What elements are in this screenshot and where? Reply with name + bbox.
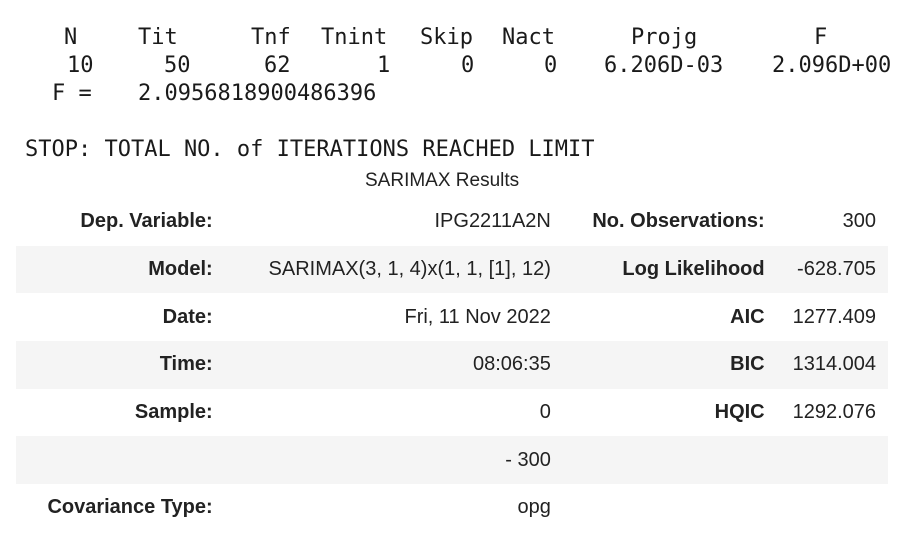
row-label: AIC [730, 305, 765, 328]
value-f: 2.096D+00 [772, 53, 892, 78]
results-caption: SARIMAX Results [365, 170, 520, 191]
value-tnint: 1 [377, 53, 391, 78]
sarimax-results-table: Dep. Variable: IPG2211A2N No. Observatio… [16, 198, 888, 532]
table-row: - 300 [16, 436, 888, 485]
row-value: 0 [539, 401, 551, 424]
row-value: opg [517, 496, 551, 519]
value-n: 10 [67, 53, 94, 78]
row-label: Date: [162, 305, 213, 328]
row-label: Sample: [134, 401, 213, 424]
value-projg: 6.206D-03 [604, 53, 724, 78]
row-label: Model: [16, 245, 225, 294]
row-label: BIC [562, 341, 777, 389]
optimizer-header-row: N Tit Tnf Tnint Skip Nact Projg F [0, 24, 912, 52]
final-f-line: F = 2.0956818900486396 [0, 80, 912, 108]
table-row: Model: SARIMAX(3, 1, 4)x(1, 1, [1], 12) … [16, 245, 888, 294]
stop-message: STOP: TOTAL NO. of ITERATIONS REACHED LI… [25, 137, 595, 162]
header-n: N [64, 25, 78, 50]
optimizer-values-row: 10 50 62 1 0 0 6.206D-03 2.096D+00 [0, 52, 912, 80]
value-nact: 0 [544, 53, 558, 78]
row-label: No. Observations: [592, 210, 765, 233]
row-label: Time: [16, 341, 225, 389]
header-nact: Nact [502, 25, 555, 50]
header-tit: Tit [138, 25, 178, 50]
row-value: 08:06:35 [224, 341, 563, 389]
row-value: -628.705 [776, 245, 888, 294]
value-skip: 0 [461, 53, 475, 78]
header-f: F [814, 25, 828, 50]
final-f-label: F = [52, 81, 92, 106]
table-row: Date: Fri, 11 Nov 2022 AIC 1277.409 [16, 293, 888, 341]
header-tnf: Tnf [251, 25, 291, 50]
table-row: Covariance Type: opg [16, 484, 888, 532]
row-value: 1277.409 [792, 305, 876, 328]
table-row: Sample: 0 HQIC 1292.076 [16, 389, 888, 437]
final-f-value: 2.0956818900486396 [138, 81, 377, 106]
row-label [562, 436, 777, 485]
value-tit: 50 [164, 53, 191, 78]
row-value [777, 484, 888, 532]
value-tnf: 62 [264, 53, 291, 78]
row-label [16, 436, 225, 485]
row-value: SARIMAX(3, 1, 4)x(1, 1, [1], 12) [224, 245, 563, 294]
row-value: 1314.004 [776, 341, 888, 389]
header-projg: Projg [631, 25, 698, 50]
row-value: IPG2211A2N [434, 210, 551, 233]
row-label: Covariance Type: [47, 496, 213, 519]
row-value: 1292.076 [792, 401, 876, 424]
row-value: 300 [842, 210, 876, 233]
row-label: Dep. Variable: [80, 210, 213, 233]
row-label: HQIC [714, 401, 765, 424]
table-row: Dep. Variable: IPG2211A2N No. Observatio… [16, 198, 888, 246]
header-skip: Skip [420, 25, 473, 50]
header-tnint: Tnint [321, 25, 388, 50]
row-value: Fri, 11 Nov 2022 [404, 305, 551, 328]
row-value: - 300 [224, 436, 563, 485]
row-label: Log Likelihood [562, 245, 777, 294]
row-label [563, 484, 777, 532]
table-row: Time: 08:06:35 BIC 1314.004 [16, 341, 888, 389]
row-value [776, 436, 888, 485]
